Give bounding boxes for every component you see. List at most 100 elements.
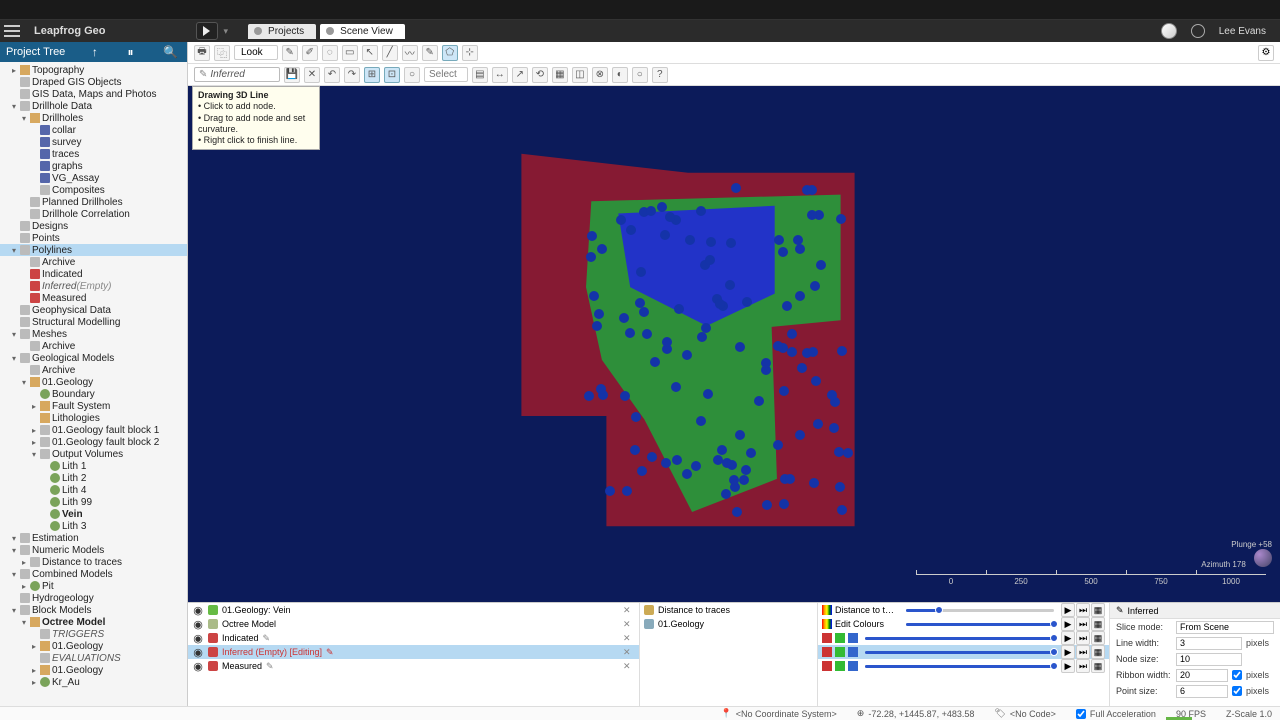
style-row[interactable]: ▶⏭▦ — [818, 659, 1109, 673]
skip-icon[interactable]: ⏭ — [1076, 617, 1090, 631]
style-row[interactable]: Edit Colours▶⏭▦ — [818, 617, 1109, 631]
tree-node[interactable]: ▾Output Volumes — [0, 448, 187, 460]
tree-node[interactable]: Planned Drillholes — [0, 196, 187, 208]
tree-node[interactable]: collar — [0, 124, 187, 136]
style-row[interactable]: ▶⏭▦ — [818, 631, 1109, 645]
tree-node[interactable]: ▸01.Geology fault block 1 — [0, 424, 187, 436]
play-icon[interactable]: ▶ — [1061, 617, 1075, 631]
remove-icon[interactable]: ✕ — [623, 633, 635, 644]
slice-mode-select[interactable]: From Scene — [1176, 621, 1274, 634]
snap-icon[interactable]: ⊞ — [364, 67, 380, 83]
tree-node[interactable]: Drillhole Correlation — [0, 208, 187, 220]
tree-node[interactable]: ▸Topography — [0, 64, 187, 76]
link-list[interactable]: Distance to traces01.Geology — [640, 603, 818, 706]
tree-node[interactable]: Lithologies — [0, 412, 187, 424]
grid-icon[interactable]: ▦ — [1091, 603, 1105, 617]
tool-h-icon[interactable]: ◐ — [612, 67, 628, 83]
tree-node[interactable]: Lith 1 — [0, 460, 187, 472]
tree-node[interactable]: ▸01.Geology — [0, 664, 187, 676]
look-dropdown[interactable]: Look — [234, 45, 278, 60]
tree-node[interactable]: ▸Fault System — [0, 400, 187, 412]
remove-icon[interactable]: ✕ — [623, 647, 635, 658]
redo-icon[interactable]: ↷ — [344, 67, 360, 83]
play-button[interactable] — [196, 22, 218, 40]
point-check[interactable] — [1232, 686, 1242, 696]
settings-gear-icon[interactable]: ⚙ — [1258, 45, 1274, 61]
tab-scene-view[interactable]: Scene View — [320, 24, 405, 39]
print-icon[interactable]: 🖶 — [194, 45, 210, 61]
tree-node[interactable]: VG_Assay — [0, 172, 187, 184]
link-row[interactable]: Distance to traces — [640, 603, 817, 617]
axis-icon[interactable]: ⊹ — [462, 45, 478, 61]
play-icon[interactable]: ▶ — [1061, 631, 1075, 645]
tree-node[interactable]: Lith 3 — [0, 520, 187, 532]
box-icon[interactable]: ▭ — [342, 45, 358, 61]
tree-node[interactable]: ▾Drillholes — [0, 112, 187, 124]
play-icon[interactable]: ▶ — [1061, 645, 1075, 659]
scene-object-list[interactable]: ◉01.Geology: Vein✕◉Octree Model✕◉Indicat… — [188, 603, 640, 706]
tool-b-icon[interactable]: ↔ — [492, 67, 508, 83]
hamburger-icon[interactable] — [4, 24, 20, 38]
tree-node[interactable]: ▾Geological Models — [0, 352, 187, 364]
tab-projects[interactable]: Projects — [248, 24, 316, 39]
tree-node[interactable]: Archive — [0, 340, 187, 352]
tree-node[interactable]: Vein — [0, 508, 187, 520]
visibility-eye-icon[interactable]: ◉ — [192, 660, 204, 673]
skip-icon[interactable]: ⏭ — [1076, 603, 1090, 617]
scene-list-row[interactable]: ◉Inferred (Empty) [Editing]✎✕ — [188, 645, 639, 659]
line-width-input[interactable]: 3 — [1176, 637, 1242, 650]
tree-node[interactable]: ▸01.Geology — [0, 640, 187, 652]
curve-icon[interactable]: 〰 — [402, 45, 418, 61]
polygon-tool[interactable]: ⬠ — [442, 45, 458, 61]
scene-viewport[interactable]: Plunge +58 Azimuth 178 02505007501000 — [188, 86, 1280, 602]
accel-check[interactable] — [1076, 709, 1086, 719]
compass-ball-icon[interactable] — [1254, 549, 1272, 567]
skip-icon[interactable]: ⏭ — [1076, 659, 1090, 673]
tree-node[interactable]: Hydrogeology — [0, 592, 187, 604]
snap2-icon[interactable]: ⊡ — [384, 67, 400, 83]
visibility-eye-icon[interactable]: ◉ — [192, 646, 204, 659]
ribbon-width-input[interactable]: 20 — [1176, 669, 1228, 682]
avatar-icon[interactable] — [1191, 24, 1205, 38]
tool-g-icon[interactable]: ⊗ — [592, 67, 608, 83]
tree-node[interactable]: ▾Combined Models — [0, 568, 187, 580]
tree-node[interactable]: traces — [0, 148, 187, 160]
tree-node[interactable]: Designs — [0, 220, 187, 232]
remove-icon[interactable]: ✕ — [623, 605, 635, 616]
tree-node[interactable]: Archive — [0, 256, 187, 268]
tree-node[interactable]: Composites — [0, 184, 187, 196]
lasso-icon[interactable]: ◌ — [322, 45, 338, 61]
point-size-input[interactable]: 6 — [1176, 685, 1228, 698]
tree-node[interactable]: Geophysical Data — [0, 304, 187, 316]
tool-f-icon[interactable]: ◫ — [572, 67, 588, 83]
tool-d-icon[interactable]: ⟲ — [532, 67, 548, 83]
tree-node[interactable]: Inferred (Empty) — [0, 280, 187, 292]
save-icon[interactable]: 💾 — [284, 67, 300, 83]
tree-node[interactable]: Structural Modelling — [0, 316, 187, 328]
tree-node[interactable]: ▾Block Models — [0, 604, 187, 616]
styling-list[interactable]: Distance to t…▶⏭▦Edit Colours▶⏭▦▶⏭▦▶⏭▦▶⏭… — [818, 603, 1110, 706]
tree-node[interactable]: ▾01.Geology — [0, 376, 187, 388]
pencil-icon[interactable]: ✎ — [282, 45, 298, 61]
remove-icon[interactable]: ✕ — [623, 619, 635, 630]
tree-node[interactable]: ▾Numeric Models — [0, 544, 187, 556]
remove-icon[interactable]: ✕ — [623, 661, 635, 672]
tree-node[interactable]: ▾Polylines — [0, 244, 187, 256]
pencil-icon[interactable]: ✎ — [266, 661, 278, 672]
copy-icon[interactable]: ⿻ — [214, 45, 230, 61]
tree-node[interactable]: EVALUATIONS — [0, 652, 187, 664]
edit-icon[interactable]: ✎ — [422, 45, 438, 61]
tree-node[interactable]: survey — [0, 136, 187, 148]
tree-node[interactable]: ▾Estimation — [0, 532, 187, 544]
tree-node[interactable]: ▸Pit — [0, 580, 187, 592]
tool-i-icon[interactable]: ○ — [632, 67, 648, 83]
tree-node[interactable]: Boundary — [0, 388, 187, 400]
tree-node[interactable]: ▾Drillhole Data — [0, 100, 187, 112]
node-icon[interactable]: ○ — [404, 67, 420, 83]
visibility-eye-icon[interactable]: ◉ — [192, 632, 204, 645]
scene-list-row[interactable]: ◉Octree Model✕ — [188, 617, 639, 631]
tool-e-icon[interactable]: ▦ — [552, 67, 568, 83]
node-size-input[interactable]: 10 — [1176, 653, 1242, 666]
tree-node[interactable]: Archive — [0, 364, 187, 376]
pencil-icon[interactable]: ✎ — [263, 633, 275, 644]
